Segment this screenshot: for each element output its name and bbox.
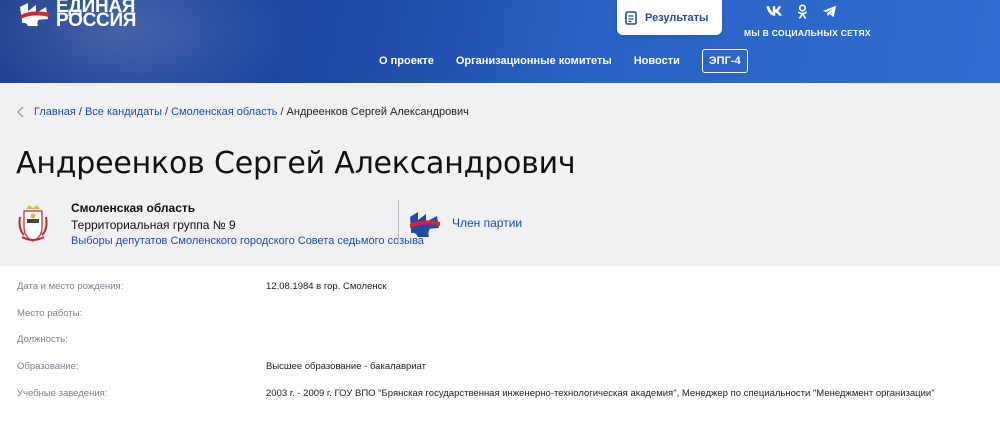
breadcrumb-region[interactable]: Смоленская область bbox=[171, 106, 277, 118]
info-row: Должность: bbox=[0, 319, 1000, 345]
info-row: Учебные заведения: 2003 г. - 2009 г. ГОУ… bbox=[0, 373, 1000, 399]
breadcrumb-separator: / bbox=[165, 106, 169, 118]
info-label: Дата и место рождения: bbox=[17, 281, 124, 292]
bear-logo-icon bbox=[20, 3, 49, 26]
breadcrumb: Главная / Все кандидаты / Смоленская обл… bbox=[16, 106, 469, 118]
site-logo[interactable]: ЕДИНАЯ РОССИЯ bbox=[18, 0, 137, 31]
page-title: Андреенков Сергей Александрович bbox=[16, 146, 576, 181]
epg-button[interactable]: ЭПГ-4 bbox=[701, 49, 748, 73]
region-info: Смоленская область Территориальная групп… bbox=[71, 201, 424, 247]
breadcrumb-all-candidates[interactable]: Все кандидаты bbox=[85, 106, 162, 118]
logo-line2: РОССИЯ bbox=[56, 10, 137, 31]
nav-about[interactable]: О проекте bbox=[379, 55, 434, 67]
breadcrumb-separator: / bbox=[280, 106, 284, 118]
smolensk-crest-icon bbox=[18, 205, 48, 242]
region-name: Смоленская область bbox=[71, 201, 196, 215]
info-value: Высшее образование - бакалавриат bbox=[266, 361, 427, 372]
info-row: Образование: Высшее образование - бакала… bbox=[0, 346, 1000, 372]
info-label: Образование: bbox=[17, 361, 79, 372]
breadcrumb-separator: / bbox=[78, 106, 82, 118]
document-icon bbox=[625, 10, 637, 25]
breadcrumb-home[interactable]: Главная bbox=[34, 106, 76, 118]
social-label: МЫ В СОЦИАЛЬНЫХ СЕТЯХ bbox=[744, 28, 871, 38]
odnoklassniki-icon[interactable] bbox=[797, 4, 808, 19]
info-label: Место работы: bbox=[17, 308, 83, 319]
logo-text: ЕДИНАЯ РОССИЯ bbox=[56, 0, 137, 31]
party-status: Член партии bbox=[452, 216, 523, 230]
territorial-group: Территориальная группа № 9 bbox=[71, 218, 236, 232]
site-header: ЕДИНАЯ РОССИЯ Результаты МЫ В СОЦИАЛЬНЫХ… bbox=[0, 0, 1000, 83]
info-label: Должность: bbox=[17, 334, 68, 345]
nav-news[interactable]: Новости bbox=[634, 55, 680, 67]
info-value: 12.08.1984 в гор. Смоленск bbox=[266, 281, 387, 292]
social-links bbox=[766, 4, 837, 19]
chevron-left-icon[interactable] bbox=[16, 106, 26, 118]
info-row: Дата и место рождения: 12.08.1984 в гор.… bbox=[0, 266, 1000, 292]
party-bear-icon bbox=[410, 212, 440, 237]
info-row: Место работы: bbox=[0, 293, 1000, 319]
results-label: Результаты bbox=[645, 11, 709, 24]
vk-icon[interactable] bbox=[766, 5, 783, 17]
info-label: Учебные заведения: bbox=[17, 388, 108, 399]
breadcrumb-current: Андреенков Сергей Александрович bbox=[286, 106, 469, 118]
vertical-divider bbox=[398, 200, 399, 244]
election-link[interactable]: Выборы депутатов Смоленского городского … bbox=[71, 235, 424, 247]
nav-committees[interactable]: Организационные комитеты bbox=[456, 55, 612, 67]
main-nav: О проекте Организационные комитеты Новос… bbox=[379, 49, 748, 73]
telegram-icon[interactable] bbox=[822, 5, 837, 18]
info-value: 2003 г. - 2009 г. ГОУ ВПО "Брянская госу… bbox=[266, 388, 935, 399]
results-button[interactable]: Результаты bbox=[617, 0, 722, 35]
